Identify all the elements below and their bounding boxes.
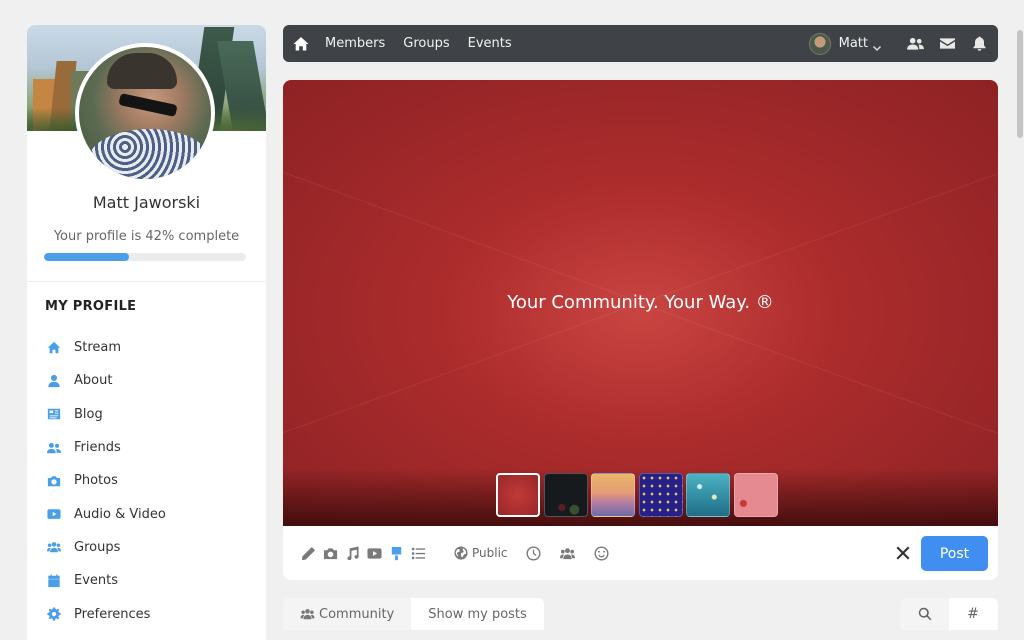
globe-icon (454, 546, 468, 560)
page-scrollbar[interactable] (1017, 30, 1023, 138)
post-composer: Your Community. Your Way. ® Public Post (283, 80, 998, 580)
sidebar-item-label: Stream (74, 340, 122, 356)
sidebar-item-label: Blog (74, 406, 103, 422)
sidebar-item-label: Friends (74, 440, 121, 456)
sidebar-item-friends[interactable]: Friends (27, 431, 266, 464)
sidebar-item-audio-video[interactable]: Audio & Video (27, 497, 266, 530)
sidebar-item-label: Preferences (74, 606, 151, 622)
visibility-label: Public (472, 546, 508, 560)
sidebar-item-preferences[interactable]: Preferences (27, 597, 266, 630)
profile-progress-bar (44, 253, 246, 261)
tab-my-posts[interactable]: Show my posts (411, 598, 544, 630)
home-icon[interactable] (293, 36, 309, 52)
sidebar-item-events[interactable]: Events (27, 564, 266, 597)
clock-icon[interactable] (526, 545, 542, 561)
swatch-stars[interactable] (638, 473, 683, 517)
list-icon[interactable] (410, 545, 426, 561)
sidebar-item-photos[interactable]: Photos (27, 464, 266, 497)
user-area: Matt (808, 32, 998, 55)
nav-events[interactable]: Events (468, 36, 512, 51)
groups-icon (46, 540, 62, 554)
music-icon[interactable] (344, 545, 360, 561)
gear-icon (46, 607, 62, 621)
composer-background-preview[interactable]: Your Community. Your Way. ® (283, 80, 998, 526)
profile-sidebar: Matt Jaworski Your profile is 42% comple… (27, 25, 266, 640)
envelope-icon[interactable] (938, 36, 956, 52)
profile-progress-fill (44, 253, 129, 261)
nav-members[interactable]: Members (325, 36, 385, 51)
banner-ray (640, 80, 998, 304)
user-menu-name[interactable]: Matt (839, 36, 868, 51)
profile-menu: Stream About Blog Friends Photos Audio &… (27, 331, 266, 631)
friends-icon[interactable] (906, 36, 924, 52)
groups-icon[interactable] (560, 545, 576, 561)
sidebar-item-blog[interactable]: Blog (27, 398, 266, 431)
divider (27, 281, 266, 282)
section-title: MY PROFILE (45, 299, 137, 314)
background-swatches (496, 473, 782, 517)
profile-complete-text: Your profile is 42% complete (53, 229, 240, 244)
sidebar-item-groups[interactable]: Groups (27, 531, 266, 564)
visibility-selector[interactable]: Public (454, 546, 508, 560)
composer-toolbar: Public Post (283, 526, 998, 580)
sidebar-item-stream[interactable]: Stream (27, 331, 266, 364)
calendar-icon (46, 574, 62, 588)
tab-label: Show my posts (428, 606, 527, 622)
user-avatar[interactable] (808, 32, 831, 55)
swatch-red[interactable] (496, 473, 540, 517)
top-nav-bar: Members Groups Events Matt (283, 25, 998, 62)
nav-groups[interactable]: Groups (403, 36, 449, 51)
sidebar-item-label: Audio & Video (74, 506, 166, 522)
background-brush-icon[interactable] (388, 545, 404, 561)
swatch-dark-flowers[interactable] (543, 473, 588, 517)
search-button[interactable] (901, 598, 949, 630)
pencil-icon[interactable] (300, 545, 316, 561)
swatch-pink[interactable] (733, 473, 778, 517)
sidebar-item-about[interactable]: About (27, 364, 266, 397)
smiley-icon[interactable] (594, 545, 610, 561)
chevron-down-icon[interactable] (872, 39, 882, 51)
feed-filter-tabs: Community Show my posts (283, 598, 544, 630)
composer-text[interactable]: Your Community. Your Way. ® (283, 292, 998, 313)
sidebar-item-label: Photos (74, 473, 118, 489)
sidebar-item-label: About (74, 373, 113, 389)
sidebar-item-label: Events (74, 573, 119, 589)
tab-label: Community (319, 606, 395, 622)
swatch-sunset[interactable] (591, 473, 636, 517)
user-icon (46, 374, 62, 388)
video-icon (46, 507, 62, 521)
sidebar-item-label: Groups (74, 539, 121, 555)
groups-icon (300, 609, 315, 620)
close-icon[interactable] (896, 545, 910, 560)
home-icon (46, 341, 62, 355)
bell-icon[interactable] (970, 36, 988, 52)
feed-search-tabs: # (901, 598, 998, 630)
camera-icon (46, 474, 62, 488)
blog-icon (46, 407, 62, 421)
banner-ray (283, 80, 641, 303)
friends-icon (46, 441, 62, 455)
post-button[interactable]: Post (921, 536, 988, 571)
video-icon[interactable] (366, 545, 382, 561)
search-icon (918, 607, 932, 621)
hashtag-button[interactable]: # (949, 598, 997, 630)
profile-avatar[interactable] (75, 43, 215, 183)
swatch-teal[interactable] (686, 473, 731, 517)
tab-community[interactable]: Community (283, 598, 412, 630)
profile-name[interactable]: Matt Jaworski (27, 193, 266, 212)
camera-icon[interactable] (322, 545, 338, 561)
